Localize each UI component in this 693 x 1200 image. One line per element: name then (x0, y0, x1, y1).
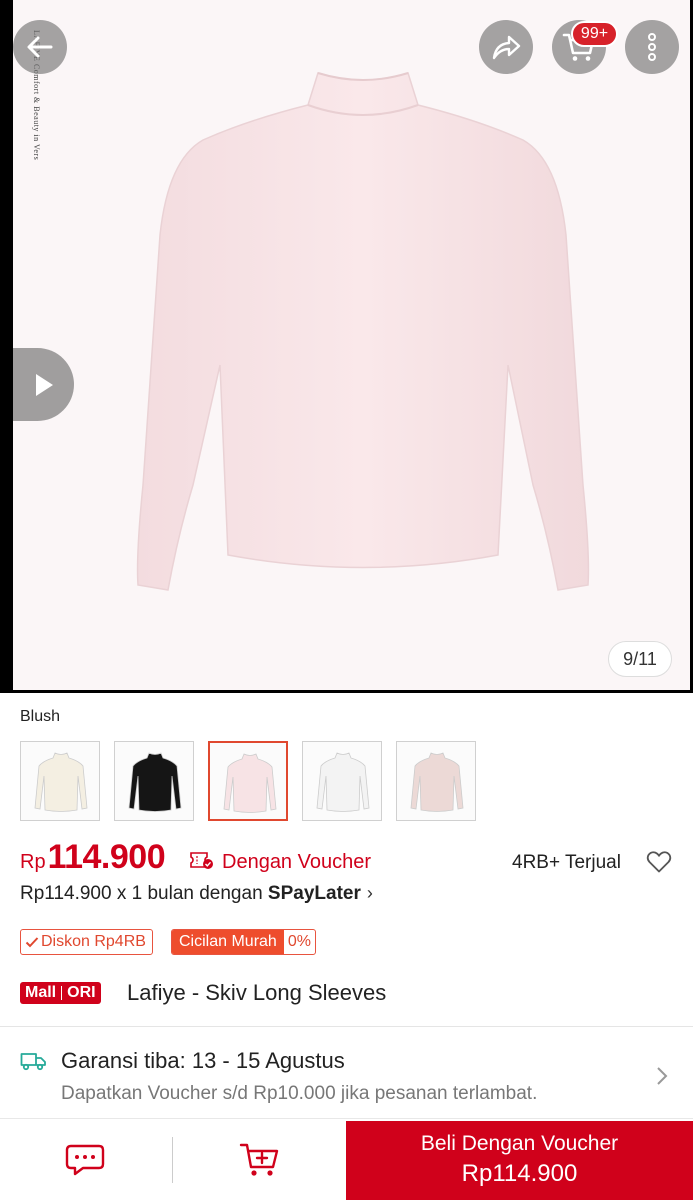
installment-tag-label: Cicilan Murah (172, 930, 284, 954)
installment-tag-rate: 0% (287, 933, 311, 950)
back-button[interactable] (13, 20, 67, 74)
installment-provider: SPayLater (267, 883, 361, 904)
ori-label: ORI (67, 984, 96, 1001)
buy-button-price: Rp114.900 (461, 1160, 578, 1187)
share-icon (492, 35, 521, 60)
buy-with-voucher-button[interactable]: Beli Dengan Voucher Rp114.900 (346, 1121, 693, 1200)
product-shirt-image (136, 72, 590, 591)
sold-count: 4RB+ Terjual (512, 852, 621, 873)
cart-count-badge: 99+ (571, 21, 618, 47)
installment-info[interactable]: Rp114.900 x 1 bulan dengan SPayLater › (20, 883, 373, 905)
product-image-carousel[interactable]: LAFIYE Comfort & Beauty in Versatility 9… (0, 0, 693, 693)
product-image[interactable]: LAFIYE Comfort & Beauty in Versatility (13, 0, 690, 690)
discount-tag-label: Diskon Rp4RB (41, 933, 146, 950)
variant-thumbnails (20, 741, 476, 821)
installment-tag: Cicilan Murah 0% (171, 929, 316, 955)
more-options-button[interactable] (625, 20, 679, 74)
image-counter: 9/11 (608, 641, 672, 677)
variant-thumb-mauve[interactable] (396, 741, 476, 821)
mall-label: Mall (25, 984, 57, 1001)
voucher-icon (190, 852, 213, 869)
section-divider (0, 1026, 693, 1027)
voucher-label[interactable]: Dengan Voucher (222, 851, 371, 874)
chat-icon (65, 1144, 104, 1176)
add-to-cart-icon (239, 1143, 278, 1176)
bottom-action-bar: Beli Dengan Voucher Rp114.900 (0, 1118, 693, 1200)
check-icon (25, 937, 39, 948)
price-currency: Rp (20, 851, 46, 873)
add-to-cart-button[interactable] (173, 1119, 346, 1200)
price: Rp 114.900 (20, 838, 166, 877)
buy-button-label: Beli Dengan Voucher (420, 1132, 619, 1155)
chevron-right-icon: › (366, 883, 373, 903)
chat-button[interactable] (0, 1119, 173, 1200)
back-arrow-icon (27, 36, 53, 58)
shipping-guarantee-title[interactable]: Garansi tiba: 13 - 15 Agustus (61, 1048, 345, 1074)
play-icon (35, 373, 53, 396)
truck-icon (20, 1053, 46, 1071)
heart-icon[interactable] (646, 850, 672, 874)
variant-label: Blush (20, 708, 61, 725)
variant-thumb-cream[interactable] (20, 741, 100, 821)
price-value: 114.900 (47, 838, 166, 876)
variant-thumb-black[interactable] (114, 741, 194, 821)
shipping-guarantee-subtitle: Dapatkan Voucher s/d Rp10.000 jika pesan… (61, 1083, 538, 1104)
more-vertical-icon (648, 33, 656, 61)
discount-tag: Diskon Rp4RB (20, 929, 153, 955)
variant-thumb-blush[interactable] (208, 741, 288, 821)
share-button[interactable] (479, 20, 533, 74)
variant-thumb-white[interactable] (302, 741, 382, 821)
installment-text: Rp114.900 x 1 bulan dengan (20, 883, 268, 904)
chevron-right-icon[interactable] (656, 1066, 668, 1086)
product-title: Lafiye - Skiv Long Sleeves (127, 980, 387, 1005)
mall-ori-badge: Mall ORI (20, 982, 101, 1004)
